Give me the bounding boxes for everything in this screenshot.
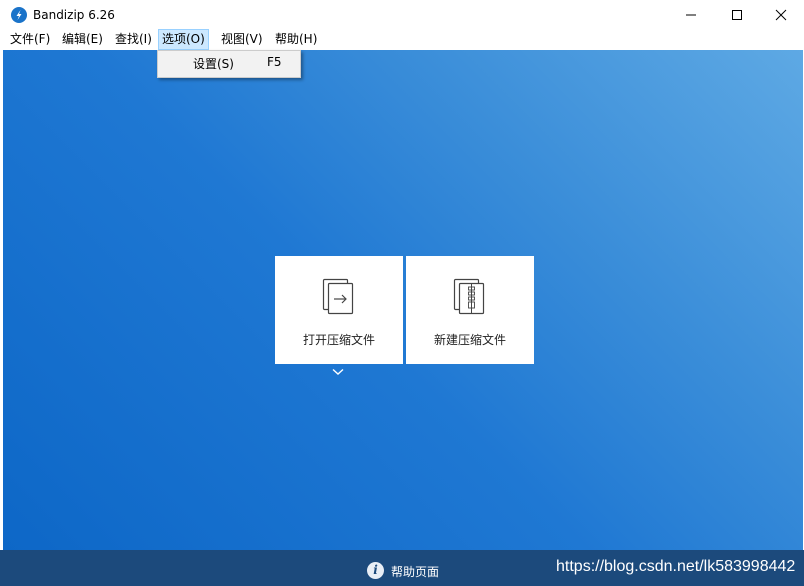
new-archive-label: 新建压缩文件 xyxy=(433,333,506,347)
help-page-link[interactable]: 帮助页面 xyxy=(391,563,439,580)
menu-file[interactable]: 文件(F) xyxy=(6,30,54,50)
options-dropdown-menu: 设置(S) F5 xyxy=(157,50,301,78)
open-archive-icon xyxy=(322,278,354,315)
footer-bar: i 帮助页面 https://blog.csdn.net/lk583998442 xyxy=(0,550,804,586)
title-bar: Bandizip 6.26 xyxy=(0,0,804,30)
minimize-button[interactable] xyxy=(668,0,714,30)
chevron-down-icon[interactable] xyxy=(332,368,344,376)
menu-item-settings[interactable]: 设置(S) F5 xyxy=(158,51,300,75)
window-title: Bandizip 6.26 xyxy=(33,8,115,22)
minimize-icon xyxy=(686,14,696,16)
menu-options[interactable]: 选项(O) xyxy=(158,29,209,50)
bandizip-logo-icon xyxy=(11,7,27,23)
main-area: 打开压缩文件 新建压缩文件 xyxy=(3,50,803,550)
new-archive-icon xyxy=(453,278,485,315)
close-icon xyxy=(775,9,787,21)
maximize-button[interactable] xyxy=(714,0,760,30)
menu-find[interactable]: 查找(I) xyxy=(111,30,156,50)
info-icon[interactable]: i xyxy=(367,562,384,579)
menu-help[interactable]: 帮助(H) xyxy=(271,30,321,50)
open-archive-button[interactable]: 打开压缩文件 xyxy=(275,256,403,364)
menu-view[interactable]: 视图(V) xyxy=(217,30,267,50)
maximize-icon xyxy=(732,10,742,20)
watermark-text: https://blog.csdn.net/lk583998442 xyxy=(556,558,796,575)
open-archive-label: 打开压缩文件 xyxy=(302,333,375,347)
menu-bar: 文件(F) 编辑(E) 查找(I) 选项(O) 视图(V) 帮助(H) xyxy=(0,29,804,50)
new-archive-button[interactable]: 新建压缩文件 xyxy=(406,256,534,364)
settings-label: 设置(S) xyxy=(193,57,234,71)
settings-shortcut: F5 xyxy=(267,55,282,69)
menu-edit[interactable]: 编辑(E) xyxy=(58,30,107,50)
close-button[interactable] xyxy=(758,0,804,30)
